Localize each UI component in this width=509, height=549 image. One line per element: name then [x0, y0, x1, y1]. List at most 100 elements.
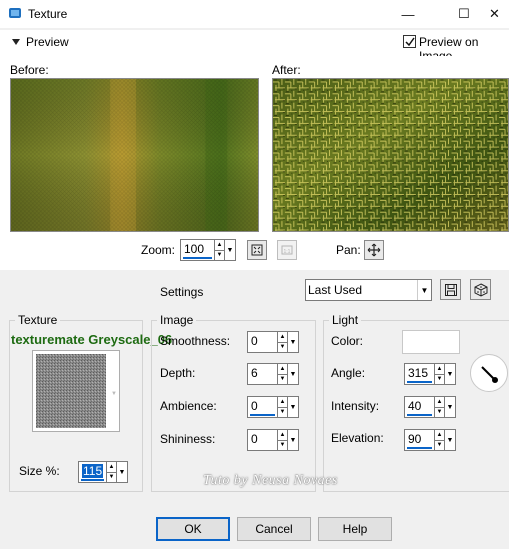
ambience-input[interactable]: 0 — [247, 396, 277, 418]
size-input[interactable]: 115 — [78, 461, 106, 483]
up-arrow-icon[interactable]: ▲ — [278, 332, 287, 342]
shininess-spin-arrows[interactable]: ▲ ▼ — [277, 429, 288, 451]
down-arrow-icon[interactable]: ▼ — [278, 406, 287, 418]
depth-label: Depth: — [160, 366, 196, 380]
size-input-value: 115 — [82, 464, 104, 478]
up-arrow-icon[interactable]: ▲ — [435, 430, 444, 440]
zoom-fit-icon — [251, 244, 263, 256]
depth-stepper[interactable]: 6 ▲ ▼ ▼ — [247, 363, 299, 385]
zoom-label: Zoom: — [141, 243, 176, 257]
zoom-input[interactable]: 100 — [180, 239, 214, 261]
zoom-stepper[interactable]: 100 ▲ ▼ ▼ — [180, 239, 236, 261]
intensity-input[interactable]: 40 — [404, 396, 434, 418]
svg-text:1:1: 1:1 — [284, 249, 291, 255]
ambience-stepper[interactable]: 0 ▲ ▼ ▼ — [247, 396, 299, 418]
shininess-dropdown-icon[interactable]: ▼ — [288, 429, 299, 451]
collapse-triangle-icon[interactable] — [12, 39, 20, 45]
texture-name: texturemate Greyscale_06 — [11, 332, 173, 347]
size-stepper[interactable]: 115 ▲ ▼ ▼ — [78, 461, 128, 483]
chevron-down-icon[interactable]: ▼ — [417, 280, 431, 300]
down-arrow-icon[interactable]: ▼ — [215, 249, 224, 261]
down-arrow-icon[interactable]: ▼ — [278, 439, 287, 451]
depth-spin-arrows[interactable]: ▲ ▼ — [277, 363, 288, 385]
up-arrow-icon[interactable]: ▲ — [278, 364, 287, 374]
shininess-stepper[interactable]: 0 ▲ ▼ ▼ — [247, 429, 299, 451]
color-label: Color: — [331, 334, 364, 348]
elevation-stepper[interactable]: 90 ▲ ▼ ▼ — [404, 429, 456, 451]
smoothness-dropdown-icon[interactable]: ▼ — [288, 331, 299, 353]
maximize-button[interactable]: ☐ — [446, 0, 482, 28]
elevation-spin-arrows[interactable]: ▲ ▼ — [434, 429, 445, 451]
texture-swatch-image — [36, 354, 106, 428]
checkmark-icon — [404, 37, 415, 46]
down-arrow-icon[interactable]: ▼ — [435, 439, 444, 451]
up-arrow-icon[interactable]: ▲ — [215, 240, 224, 250]
smoothness-input[interactable]: 0 — [247, 331, 277, 353]
angle-input[interactable]: 315 — [404, 363, 434, 385]
intensity-spin-arrows[interactable]: ▲ ▼ — [434, 396, 445, 418]
angle-dial[interactable] — [470, 354, 508, 392]
preview-header: Preview Preview on Image — [0, 30, 509, 63]
depth-input[interactable]: 6 — [247, 363, 277, 385]
size-dropdown-icon[interactable]: ▼ — [117, 461, 128, 483]
save-preset-button[interactable] — [440, 279, 461, 300]
size-label: Size %: — [19, 464, 60, 478]
smoothness-spin-arrows[interactable]: ▲ ▼ — [277, 331, 288, 353]
zoom-dropdown-icon[interactable]: ▼ — [225, 239, 236, 261]
preview-toggle-label[interactable]: Preview — [26, 35, 69, 49]
down-arrow-icon[interactable]: ▼ — [435, 406, 444, 418]
down-arrow-icon[interactable]: ▼ — [435, 373, 444, 385]
angle-label: Angle: — [331, 366, 366, 380]
after-label: After: — [272, 63, 301, 77]
watermark-text: Tuto by Neusa Novaes — [203, 473, 338, 488]
angle-spin-arrows[interactable]: ▲ ▼ — [434, 363, 445, 385]
up-arrow-icon[interactable]: ▲ — [278, 397, 287, 407]
up-arrow-icon[interactable]: ▲ — [107, 462, 116, 472]
elevation-dropdown-icon[interactable]: ▼ — [445, 429, 456, 451]
angle-needle-icon — [481, 366, 498, 383]
preset-dropdown[interactable]: Last Used ▼ — [305, 279, 432, 301]
move-crosshair-icon — [367, 243, 381, 257]
angle-stepper[interactable]: 315 ▲ ▼ ▼ — [404, 363, 456, 385]
elevation-label: Elevation: — [331, 431, 384, 445]
preview-on-image-checkbox[interactable] — [403, 35, 416, 48]
help-button[interactable]: Help — [318, 517, 392, 541]
down-arrow-icon[interactable]: ▼ — [278, 341, 287, 353]
up-arrow-icon[interactable]: ▲ — [435, 364, 444, 374]
elevation-input[interactable]: 90 — [404, 429, 434, 451]
after-image — [272, 78, 509, 232]
zoom-fit-button[interactable] — [247, 240, 267, 260]
up-arrow-icon[interactable]: ▲ — [278, 430, 287, 440]
shininess-input[interactable]: 0 — [247, 429, 277, 451]
intensity-stepper[interactable]: 40 ▲ ▼ ▼ — [404, 396, 456, 418]
smoothness-stepper[interactable]: 0 ▲ ▼ ▼ — [247, 331, 299, 353]
down-arrow-icon[interactable]: ▼ — [107, 471, 116, 483]
pan-label: Pan: — [336, 243, 361, 257]
close-button[interactable]: ✕ — [480, 0, 509, 28]
ok-button[interactable]: OK — [156, 517, 230, 541]
dice-icon — [474, 282, 487, 297]
light-color-swatch[interactable] — [402, 330, 460, 354]
cancel-button[interactable]: Cancel — [237, 517, 311, 541]
up-arrow-icon[interactable]: ▲ — [435, 397, 444, 407]
before-image — [10, 78, 259, 232]
down-arrow-icon[interactable]: ▼ — [278, 373, 287, 385]
zoom-spin-arrows[interactable]: ▲ ▼ — [214, 239, 225, 261]
light-group-title: Light — [329, 313, 362, 327]
app-icon — [9, 8, 21, 18]
depth-dropdown-icon[interactable]: ▼ — [288, 363, 299, 385]
intensity-label: Intensity: — [331, 399, 380, 413]
minimize-button[interactable]: — — [390, 0, 426, 28]
ambience-dropdown-icon[interactable]: ▼ — [288, 396, 299, 418]
texture-group-title: Texture — [15, 313, 61, 327]
intensity-dropdown-icon[interactable]: ▼ — [445, 396, 456, 418]
preset-dropdown-value: Last Used — [308, 283, 363, 297]
ambience-spin-arrows[interactable]: ▲ ▼ — [277, 396, 288, 418]
zoom-actual-size-button[interactable]: 1:1 — [277, 240, 297, 260]
texture-swatch-button[interactable]: ▼ — [32, 350, 120, 432]
size-spin-arrows[interactable]: ▲ ▼ — [106, 461, 117, 483]
swatch-dropdown-icon[interactable]: ▼ — [111, 391, 117, 397]
angle-dropdown-icon[interactable]: ▼ — [445, 363, 456, 385]
randomize-button[interactable] — [470, 279, 491, 300]
pan-button[interactable] — [364, 240, 384, 260]
